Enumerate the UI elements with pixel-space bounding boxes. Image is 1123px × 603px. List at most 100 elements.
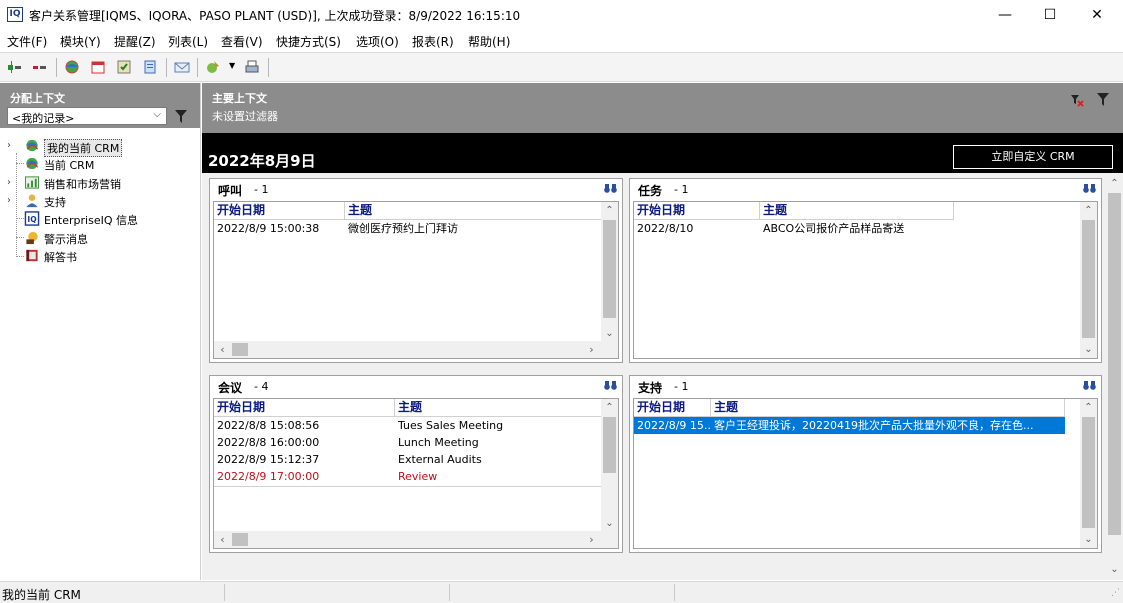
panel-count: - 1 <box>674 380 689 393</box>
scroll-up-arrow-icon[interactable]: ⌃ <box>1106 175 1123 192</box>
panel-title: 任务 <box>638 184 663 198</box>
column-header-start-date[interactable]: 开始日期 <box>634 399 711 416</box>
sales-chart-icon <box>24 176 40 189</box>
resize-grip-icon[interactable]: ⋰ <box>1111 588 1120 598</box>
crm-globe-icon[interactable] <box>64 59 80 75</box>
vertical-scrollbar[interactable]: ⌃ ⌄ <box>601 202 618 342</box>
maximize-button[interactable]: ☐ <box>1027 0 1073 30</box>
assign-context-title: 分配上下文 <box>10 92 65 105</box>
horizontal-scrollbar[interactable]: ‹ › <box>214 341 618 358</box>
close-button[interactable]: ✕ <box>1074 0 1120 30</box>
vertical-scrollbar[interactable]: ⌃ ⌄ <box>1080 399 1097 548</box>
menu-help[interactable]: 帮助(H) <box>468 33 510 50</box>
scroll-down-arrow-icon[interactable]: ⌄ <box>1106 561 1123 578</box>
horizontal-scrollbar[interactable]: ‹ › <box>214 531 618 548</box>
records-select[interactable]: <我的记录> ⌵ <box>7 107 167 125</box>
vertical-scrollbar[interactable]: ⌃ ⌄ <box>601 399 618 532</box>
binoculars-icon[interactable] <box>604 183 617 194</box>
table-row[interactable]: 2022/8/10 ABCO公司报价产品样品寄送 <box>634 220 954 237</box>
vertical-scrollbar[interactable]: ⌃ ⌄ <box>1080 202 1097 358</box>
minimize-button[interactable]: — <box>982 0 1028 30</box>
binoculars-icon[interactable] <box>604 380 617 391</box>
tree-expand-icon[interactable] <box>7 59 23 75</box>
edit-globe-icon[interactable] <box>205 59 221 75</box>
table-row[interactable]: 2022/8/9 17:00:00 Review <box>214 468 602 485</box>
menu-reports[interactable]: 报表(R) <box>412 33 454 50</box>
scroll-up-arrow-icon[interactable]: ⌃ <box>601 399 618 416</box>
scroll-left-arrow-icon[interactable]: ‹ <box>214 341 231 358</box>
status-text: 我的当前 CRM <box>2 588 81 602</box>
scroll-down-arrow-icon[interactable]: ⌄ <box>1080 531 1097 548</box>
clear-filter-icon[interactable] <box>1070 93 1084 107</box>
task-icon[interactable] <box>116 59 132 75</box>
scroll-left-arrow-icon[interactable]: ‹ <box>214 531 231 548</box>
dropdown-arrow-icon[interactable]: ▼ <box>229 61 235 70</box>
binoculars-icon[interactable] <box>1083 183 1096 194</box>
menu-bar: 文件(F) 模块(Y) 提醒(Z) 列表(L) 查看(V) 快捷方式(S) 选项… <box>0 30 1123 52</box>
menu-options[interactable]: 选项(O) <box>356 33 399 50</box>
meetings-panel: 会议 - 4 开始日期 主题 2022/8/8 15:08:56 Tues Sa… <box>209 375 623 553</box>
column-header-start-date[interactable]: 开始日期 <box>214 399 395 416</box>
tree-item-label: 支持 <box>44 196 66 209</box>
tree-item-label: 警示消息 <box>44 233 88 246</box>
scroll-right-arrow-icon[interactable]: › <box>583 531 600 548</box>
column-header-subject[interactable]: 主题 <box>760 202 954 219</box>
tree-expand-arrow-icon[interactable]: › <box>7 195 11 206</box>
scroll-up-arrow-icon[interactable]: ⌃ <box>1080 399 1097 416</box>
table-row[interactable]: 2022/8/9 15... 客户王经理投诉，20220419批次产品大批量外观… <box>634 417 1065 434</box>
toolbar: ▼ <box>0 52 1123 82</box>
tree-collapse-icon[interactable] <box>32 59 48 75</box>
report-icon[interactable] <box>142 59 158 75</box>
main-vertical-scrollbar[interactable]: ⌃ ⌄ <box>1106 175 1123 580</box>
support-panel: 支持 - 1 开始日期 主题 2022/8/9 15... 客户王经理投诉，20… <box>629 375 1102 553</box>
table-row[interactable]: 2022/8/9 15:00:38 微创医疗预约上门拜访 <box>214 220 602 237</box>
binoculars-icon[interactable] <box>1083 380 1096 391</box>
main-context-title: 主要上下文 <box>212 92 267 105</box>
crm-globe-icon <box>26 157 39 170</box>
table-row[interactable]: 2022/8/9 15:12:37 External Audits <box>214 451 602 468</box>
column-header-start-date[interactable]: 开始日期 <box>214 202 345 219</box>
column-header-start-date[interactable]: 开始日期 <box>634 202 760 219</box>
menu-file[interactable]: 文件(F) <box>7 33 47 50</box>
menu-modules[interactable]: 模块(Y) <box>60 33 101 50</box>
scroll-down-arrow-icon[interactable]: ⌄ <box>1080 341 1097 358</box>
table-row[interactable]: 2022/8/8 15:08:56 Tues Sales Meeting <box>214 417 602 434</box>
scroll-up-arrow-icon[interactable]: ⌃ <box>1080 202 1097 219</box>
filter-icon[interactable] <box>175 110 187 123</box>
tree-expand-arrow-icon[interactable]: › <box>7 177 11 188</box>
assign-context-header: 分配上下文 <我的记录> ⌵ <box>0 83 200 128</box>
panel-count: - 1 <box>254 183 269 196</box>
scroll-down-arrow-icon[interactable]: ⌄ <box>601 325 618 342</box>
iq-logo-icon: IQ <box>24 211 40 226</box>
alert-message-icon <box>26 231 38 245</box>
menu-reminders[interactable]: 提醒(Z) <box>114 33 156 50</box>
panel-count: - 4 <box>254 380 269 393</box>
tree-expand-arrow-icon[interactable]: › <box>7 140 11 151</box>
email-icon[interactable] <box>174 59 190 75</box>
menu-shortcuts[interactable]: 快捷方式(S) <box>276 33 341 50</box>
crm-globe-icon <box>26 139 39 152</box>
app-logo-icon: IQ <box>7 7 23 22</box>
calendar-icon[interactable] <box>90 59 106 75</box>
column-header-subject[interactable]: 主题 <box>345 202 602 219</box>
tree-item-label: 我的当前 CRM <box>44 139 123 157</box>
column-header-subject[interactable]: 主题 <box>395 399 602 416</box>
table-row[interactable]: 2022/8/8 16:00:00 Lunch Meeting <box>214 434 602 451</box>
scroll-up-arrow-icon[interactable]: ⌃ <box>601 202 618 219</box>
solution-book-icon <box>26 249 38 262</box>
left-navigation-pane: 分配上下文 <我的记录> ⌵ › 我的当前 CRM 当前 CRM › 销售和市场… <box>0 83 201 580</box>
customize-crm-button[interactable]: 立即自定义 CRM <box>953 145 1113 169</box>
window-title: 客户关系管理[IQMS、IQORA、PASO PLANT (USD)], 上次成… <box>29 9 521 23</box>
menu-view[interactable]: 查看(V) <box>221 33 263 50</box>
filter-icon[interactable] <box>1097 93 1109 106</box>
scroll-down-arrow-icon[interactable]: ⌄ <box>601 515 618 532</box>
column-header-subject[interactable]: 主题 <box>711 399 1065 416</box>
panel-count: - 1 <box>674 183 689 196</box>
tasks-panel: 任务 - 1 开始日期 主题 2022/8/10 ABCO公司报价产品样品寄送 … <box>629 178 1102 363</box>
print-icon[interactable] <box>244 59 260 75</box>
scroll-right-arrow-icon[interactable]: › <box>583 341 600 358</box>
meetings-grid: 开始日期 主题 2022/8/8 15:08:56 Tues Sales Mee… <box>213 398 619 549</box>
tree-item-label: 销售和市场营销 <box>44 178 121 191</box>
menu-list[interactable]: 列表(L) <box>168 33 208 50</box>
chevron-down-icon[interactable]: ⌵ <box>153 109 161 120</box>
